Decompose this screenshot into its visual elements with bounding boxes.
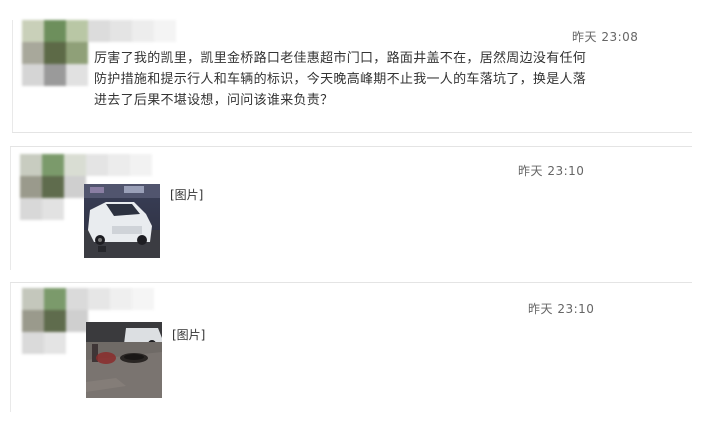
post-3-timestamp: 昨天 23:10 [528,302,595,316]
post-1-left-border [12,20,13,132]
post-1-timestamp: 昨天 23:08 [572,30,639,44]
post-2-image-label[interactable]: [图片] [170,186,203,203]
post-1-divider [12,132,692,133]
post-3-top-divider [10,282,692,283]
post-3-left-border [10,282,11,412]
post-1-text: 厉害了我的凯里，凯里金桥路口老佳惠超市门口，路面井盖不在，居然周边没有任何防护措… [94,51,587,108]
post-2-top-divider [10,146,692,147]
post-2-timestamp: 昨天 23:10 [518,164,585,178]
post-3-image-thumbnail[interactable] [86,322,162,398]
post-2-image-thumbnail[interactable] [84,184,160,258]
comment-post-3: 昨天 23:10 [图片] [10,282,692,412]
post-2-left-border [10,146,11,270]
comment-post-2: 昨天 23:10 [图片] [10,146,692,270]
post-3-image-label[interactable]: [图片] [172,326,205,343]
comment-post-1: 昨天 23:08 厉害了我的凯里，凯里金桥路口老佳惠超市门口，路面井盖不在，居然… [12,20,692,132]
